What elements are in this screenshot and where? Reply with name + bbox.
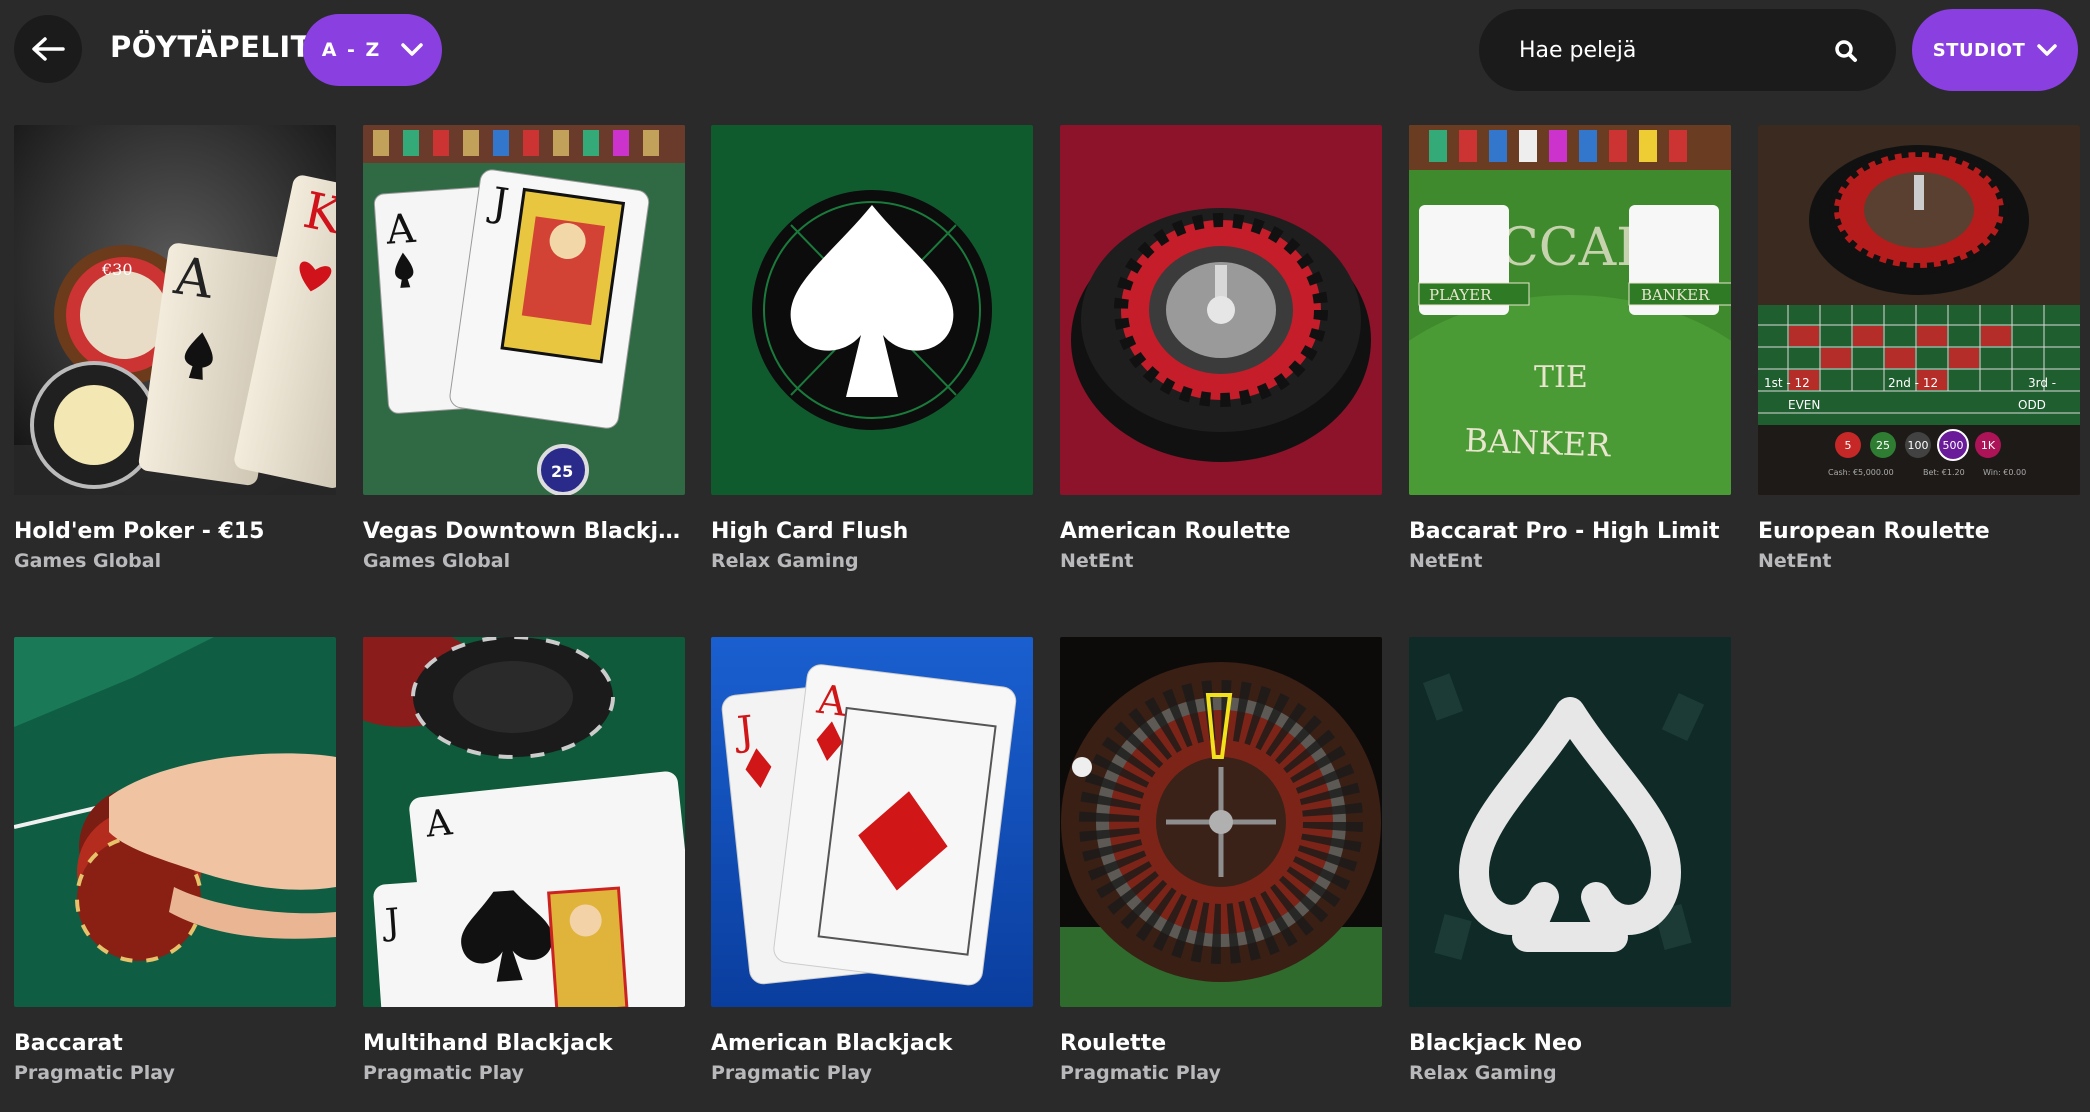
search-icon[interactable] [1834,39,1858,63]
game-studio: Games Global [363,550,511,572]
back-button[interactable] [14,15,82,83]
page-title: PÖYTÄPELIT [110,30,311,64]
chip-label: €30 [101,260,133,279]
european-roulette-art: 1st - 12 2nd - 12 3rd - EVEN ODD 5 25 10… [1758,125,2080,495]
game-title[interactable]: American Blackjack [711,1031,1033,1056]
american-roulette-art [1060,125,1382,495]
chevron-down-icon [2037,43,2058,56]
game-thumbnail[interactable]: 1st - 12 2nd - 12 3rd - EVEN ODD 5 25 10… [1758,125,2080,495]
game-studio: Pragmatic Play [711,1062,872,1084]
game-thumbnail[interactable] [1060,125,1382,495]
game-thumbnail[interactable]: €30 A K [14,125,336,495]
vegas-blackjack-art: A J 25 [363,125,685,495]
game-title[interactable]: High Card Flush [711,519,1033,544]
american-blackjack-art: J A [711,637,1033,1007]
game-card[interactable]: Baccarat Pragmatic Play [14,637,336,1084]
cash-readout: Cash: €5,000.00 [1828,468,1894,477]
game-thumbnail[interactable] [711,125,1033,495]
baccarat-art [14,637,336,1007]
game-studio: Pragmatic Play [363,1062,524,1084]
game-card[interactable]: Blackjack Neo Relax Gaming [1409,637,1731,1084]
game-title[interactable]: Hold'em Poker - €15 [14,519,336,544]
player-label: PLAYER [1429,286,1492,304]
card-ace: A [384,206,418,254]
game-thumbnail[interactable]: A J [363,637,685,1007]
studios-label: STUDIOT [1932,39,2026,61]
game-studio: NetEnt [1758,550,1832,572]
game-card[interactable]: A J 25 Vegas Downtown Blackjack ... Game… [363,125,685,572]
arrow-left-icon [32,37,65,61]
roulette-art [1060,637,1382,1007]
dozen-3-label: 3rd - [2028,376,2056,390]
tie-label: TIE [1534,360,1588,395]
search-box [1479,9,1896,91]
blackjack-neo-art [1409,637,1731,1007]
game-card[interactable]: CCAR PLAYER BANKER TIE BANKER Baccarat P… [1409,125,1731,572]
sort-dropdown-button[interactable]: A - Z [303,14,442,86]
dozen-1-label: 1st - 12 [1764,376,1810,390]
game-thumbnail[interactable]: CCAR PLAYER BANKER TIE BANKER [1409,125,1731,495]
game-title[interactable]: Vegas Downtown Blackjack ... [363,519,685,544]
chip-label: 25 [551,462,573,481]
game-card[interactable]: American Roulette NetEnt [1060,125,1382,572]
game-thumbnail[interactable] [1060,637,1382,1007]
odd-label: ODD [2018,398,2046,412]
spade-emblem-art [711,125,1033,495]
game-title[interactable]: American Roulette [1060,519,1382,544]
game-card[interactable]: High Card Flush Relax Gaming [711,125,1033,572]
game-title[interactable]: Blackjack Neo [1409,1031,1731,1056]
game-studio: Pragmatic Play [1060,1062,1221,1084]
game-thumbnail[interactable] [14,637,336,1007]
game-studio: Relax Gaming [711,550,859,572]
game-studio: NetEnt [1060,550,1134,572]
multihand-blackjack-art: A J [363,637,685,1007]
game-card[interactable]: A J Multihand Blackjack Pragmatic Play [363,637,685,1084]
game-title[interactable]: European Roulette [1758,519,2080,544]
top-bar: PÖYTÄPELIT A - Z STUDIOT [0,0,2090,100]
game-card[interactable]: Roulette Pragmatic Play [1060,637,1382,1084]
banker-label: BANKER [1464,421,1612,464]
game-title[interactable]: Roulette [1060,1031,1382,1056]
game-card[interactable]: J A American Blackjack Pragmatic Play [711,637,1033,1084]
chevron-down-icon [401,43,424,56]
game-studio: Pragmatic Play [14,1062,175,1084]
chip-value: 100 [1908,439,1929,452]
chip-value: 1K [1981,439,1996,452]
game-studio: Relax Gaming [1409,1062,1557,1084]
sort-label: A - Z [321,39,382,61]
holdem-poker-art: €30 A K [14,125,336,495]
even-label: EVEN [1788,398,1820,412]
game-title[interactable]: Multihand Blackjack [363,1031,685,1056]
game-title[interactable]: Baccarat Pro - High Limit [1409,519,1731,544]
win-readout: Win: €0.00 [1983,468,2026,477]
chip-value: 25 [1876,439,1890,452]
game-thumbnail[interactable]: J A [711,637,1033,1007]
studios-dropdown-button[interactable]: STUDIOT [1912,9,2078,91]
game-thumbnail[interactable]: A J 25 [363,125,685,495]
banker-tag-label: BANKER [1641,286,1710,304]
game-card[interactable]: 1st - 12 2nd - 12 3rd - EVEN ODD 5 25 10… [1758,125,2080,572]
baccarat-pro-art: CCAR PLAYER BANKER TIE BANKER [1409,125,1731,495]
bet-readout: Bet: €1.20 [1923,468,1965,477]
game-title[interactable]: Baccarat [14,1031,336,1056]
game-studio: Games Global [14,550,162,572]
search-input[interactable] [1519,9,1819,91]
game-thumbnail[interactable] [1409,637,1731,1007]
chip-value: 500 [1943,439,1964,452]
game-studio: NetEnt [1409,550,1483,572]
chip-value: 5 [1845,439,1852,452]
dozen-2-label: 2nd - 12 [1888,376,1938,390]
game-card[interactable]: €30 A K Hold'em Poker - €15 Games Global [14,125,336,572]
card-ace: A [423,802,455,846]
